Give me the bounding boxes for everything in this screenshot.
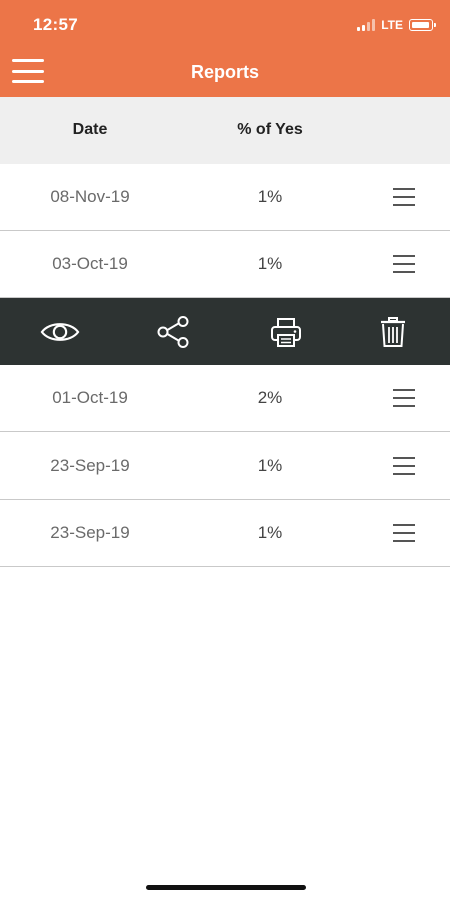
row-percent: 1% — [257, 456, 283, 475]
share-icon[interactable] — [153, 314, 193, 350]
eye-icon[interactable] — [40, 314, 80, 350]
print-icon[interactable] — [266, 314, 306, 350]
column-header-percent: % of Yes — [237, 121, 303, 138]
table-row[interactable]: 23-Sep-19 1% — [0, 500, 450, 567]
row-date: 03-Oct-19 — [52, 254, 128, 273]
row-date: 23-Sep-19 — [50, 456, 130, 475]
table-row[interactable]: 01-Oct-19 2% — [0, 365, 450, 432]
table-row[interactable]: 08-Nov-19 1% — [0, 164, 450, 231]
row-date: 01-Oct-19 — [52, 388, 128, 407]
page-title: Reports — [190, 62, 259, 82]
trash-icon[interactable] — [373, 314, 413, 350]
row-date: 23-Sep-19 — [50, 523, 130, 542]
home-indicator[interactable] — [146, 885, 306, 890]
row-menu-icon[interactable] — [393, 188, 415, 206]
column-header-date: Date — [72, 121, 108, 138]
signal-icon — [357, 19, 376, 31]
battery-icon — [409, 19, 436, 31]
app-header: 12:57 LTE Reports — [0, 0, 450, 97]
table-row[interactable]: 23-Sep-19 1% — [0, 433, 450, 500]
row-menu-icon[interactable] — [393, 389, 415, 407]
row-menu-icon[interactable] — [393, 524, 415, 542]
row-percent: 1% — [257, 187, 283, 206]
row-percent: 1% — [257, 254, 283, 273]
row-percent: 2% — [257, 388, 283, 407]
status-time: 12:57 — [33, 15, 78, 34]
network-label: LTE — [381, 18, 403, 32]
row-percent: 1% — [257, 523, 283, 542]
table-row[interactable]: 03-Oct-19 1% — [0, 231, 450, 298]
row-menu-icon[interactable] — [393, 457, 415, 475]
row-menu-icon[interactable] — [393, 255, 415, 273]
status-indicators: LTE — [357, 17, 436, 33]
row-date: 08-Nov-19 — [50, 187, 130, 206]
row-action-bar — [0, 298, 450, 365]
table-header: Date % of Yes — [0, 97, 450, 164]
